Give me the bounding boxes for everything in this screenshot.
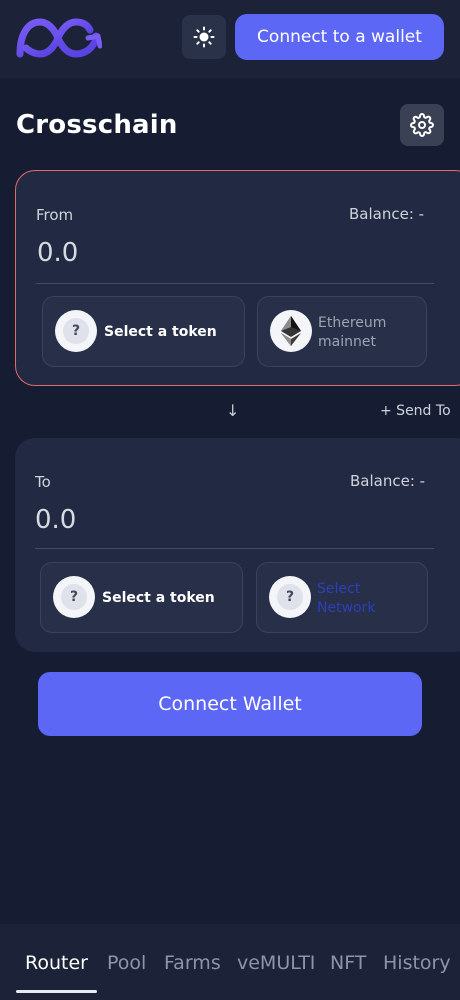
ethereum-icon [270,310,312,352]
from-amount-input[interactable]: 0.0 [37,238,78,268]
connect-wallet-button[interactable]: Connect Wallet [38,672,422,736]
from-select-token-label: Select a token [104,324,217,340]
from-network-label: Ethereum mainnet [318,315,387,350]
bottom-nav: Router Pool Farms veMULTI NFT History [0,924,460,1000]
nav-history[interactable]: History [383,952,451,974]
to-select-token-label: Select a token [102,590,215,606]
from-network-selector[interactable]: Ethereum mainnet [257,296,427,367]
sun-icon [193,26,215,48]
to-network-label: Select Network [317,581,376,616]
nav-farms[interactable]: Farms [164,952,221,974]
theme-toggle-button[interactable] [182,15,226,59]
to-panel: To Balance: - 0.0 ? Select a token ? Sel… [15,438,460,652]
to-label: To [35,473,51,491]
settings-button[interactable] [400,104,444,146]
to-divider [35,548,434,549]
unknown-token-icon: ? [55,310,97,352]
arrow-down-icon[interactable]: ↓ [226,401,239,420]
send-to-button[interactable]: + Send To [380,403,451,419]
nav-router[interactable]: Router [25,952,88,974]
nav-pool[interactable]: Pool [107,952,146,974]
from-panel: From Balance: - 0.0 ? Select a token Eth… [15,170,460,386]
multichain-logo-icon[interactable] [14,14,102,62]
nav-vemulti[interactable]: veMULTI [237,952,315,974]
to-network-selector[interactable]: ? Select Network [256,562,428,633]
to-amount-input[interactable]: 0.0 [35,505,76,535]
to-select-token-button[interactable]: ? Select a token [40,562,243,633]
active-tab-indicator [16,990,97,993]
unknown-network-icon: ? [269,576,311,618]
from-balance: Balance: - [349,205,425,223]
gear-icon [410,113,434,137]
from-divider [36,283,434,284]
unknown-token-icon: ? [53,576,95,618]
from-select-token-button[interactable]: ? Select a token [42,296,245,367]
from-label: From [36,206,74,224]
connect-to-wallet-button[interactable]: Connect to a wallet [235,14,444,60]
top-header: Connect to a wallet [0,0,460,78]
nav-nft[interactable]: NFT [330,952,366,974]
page-title: Crosschain [16,110,178,140]
to-balance: Balance: - [350,472,426,490]
